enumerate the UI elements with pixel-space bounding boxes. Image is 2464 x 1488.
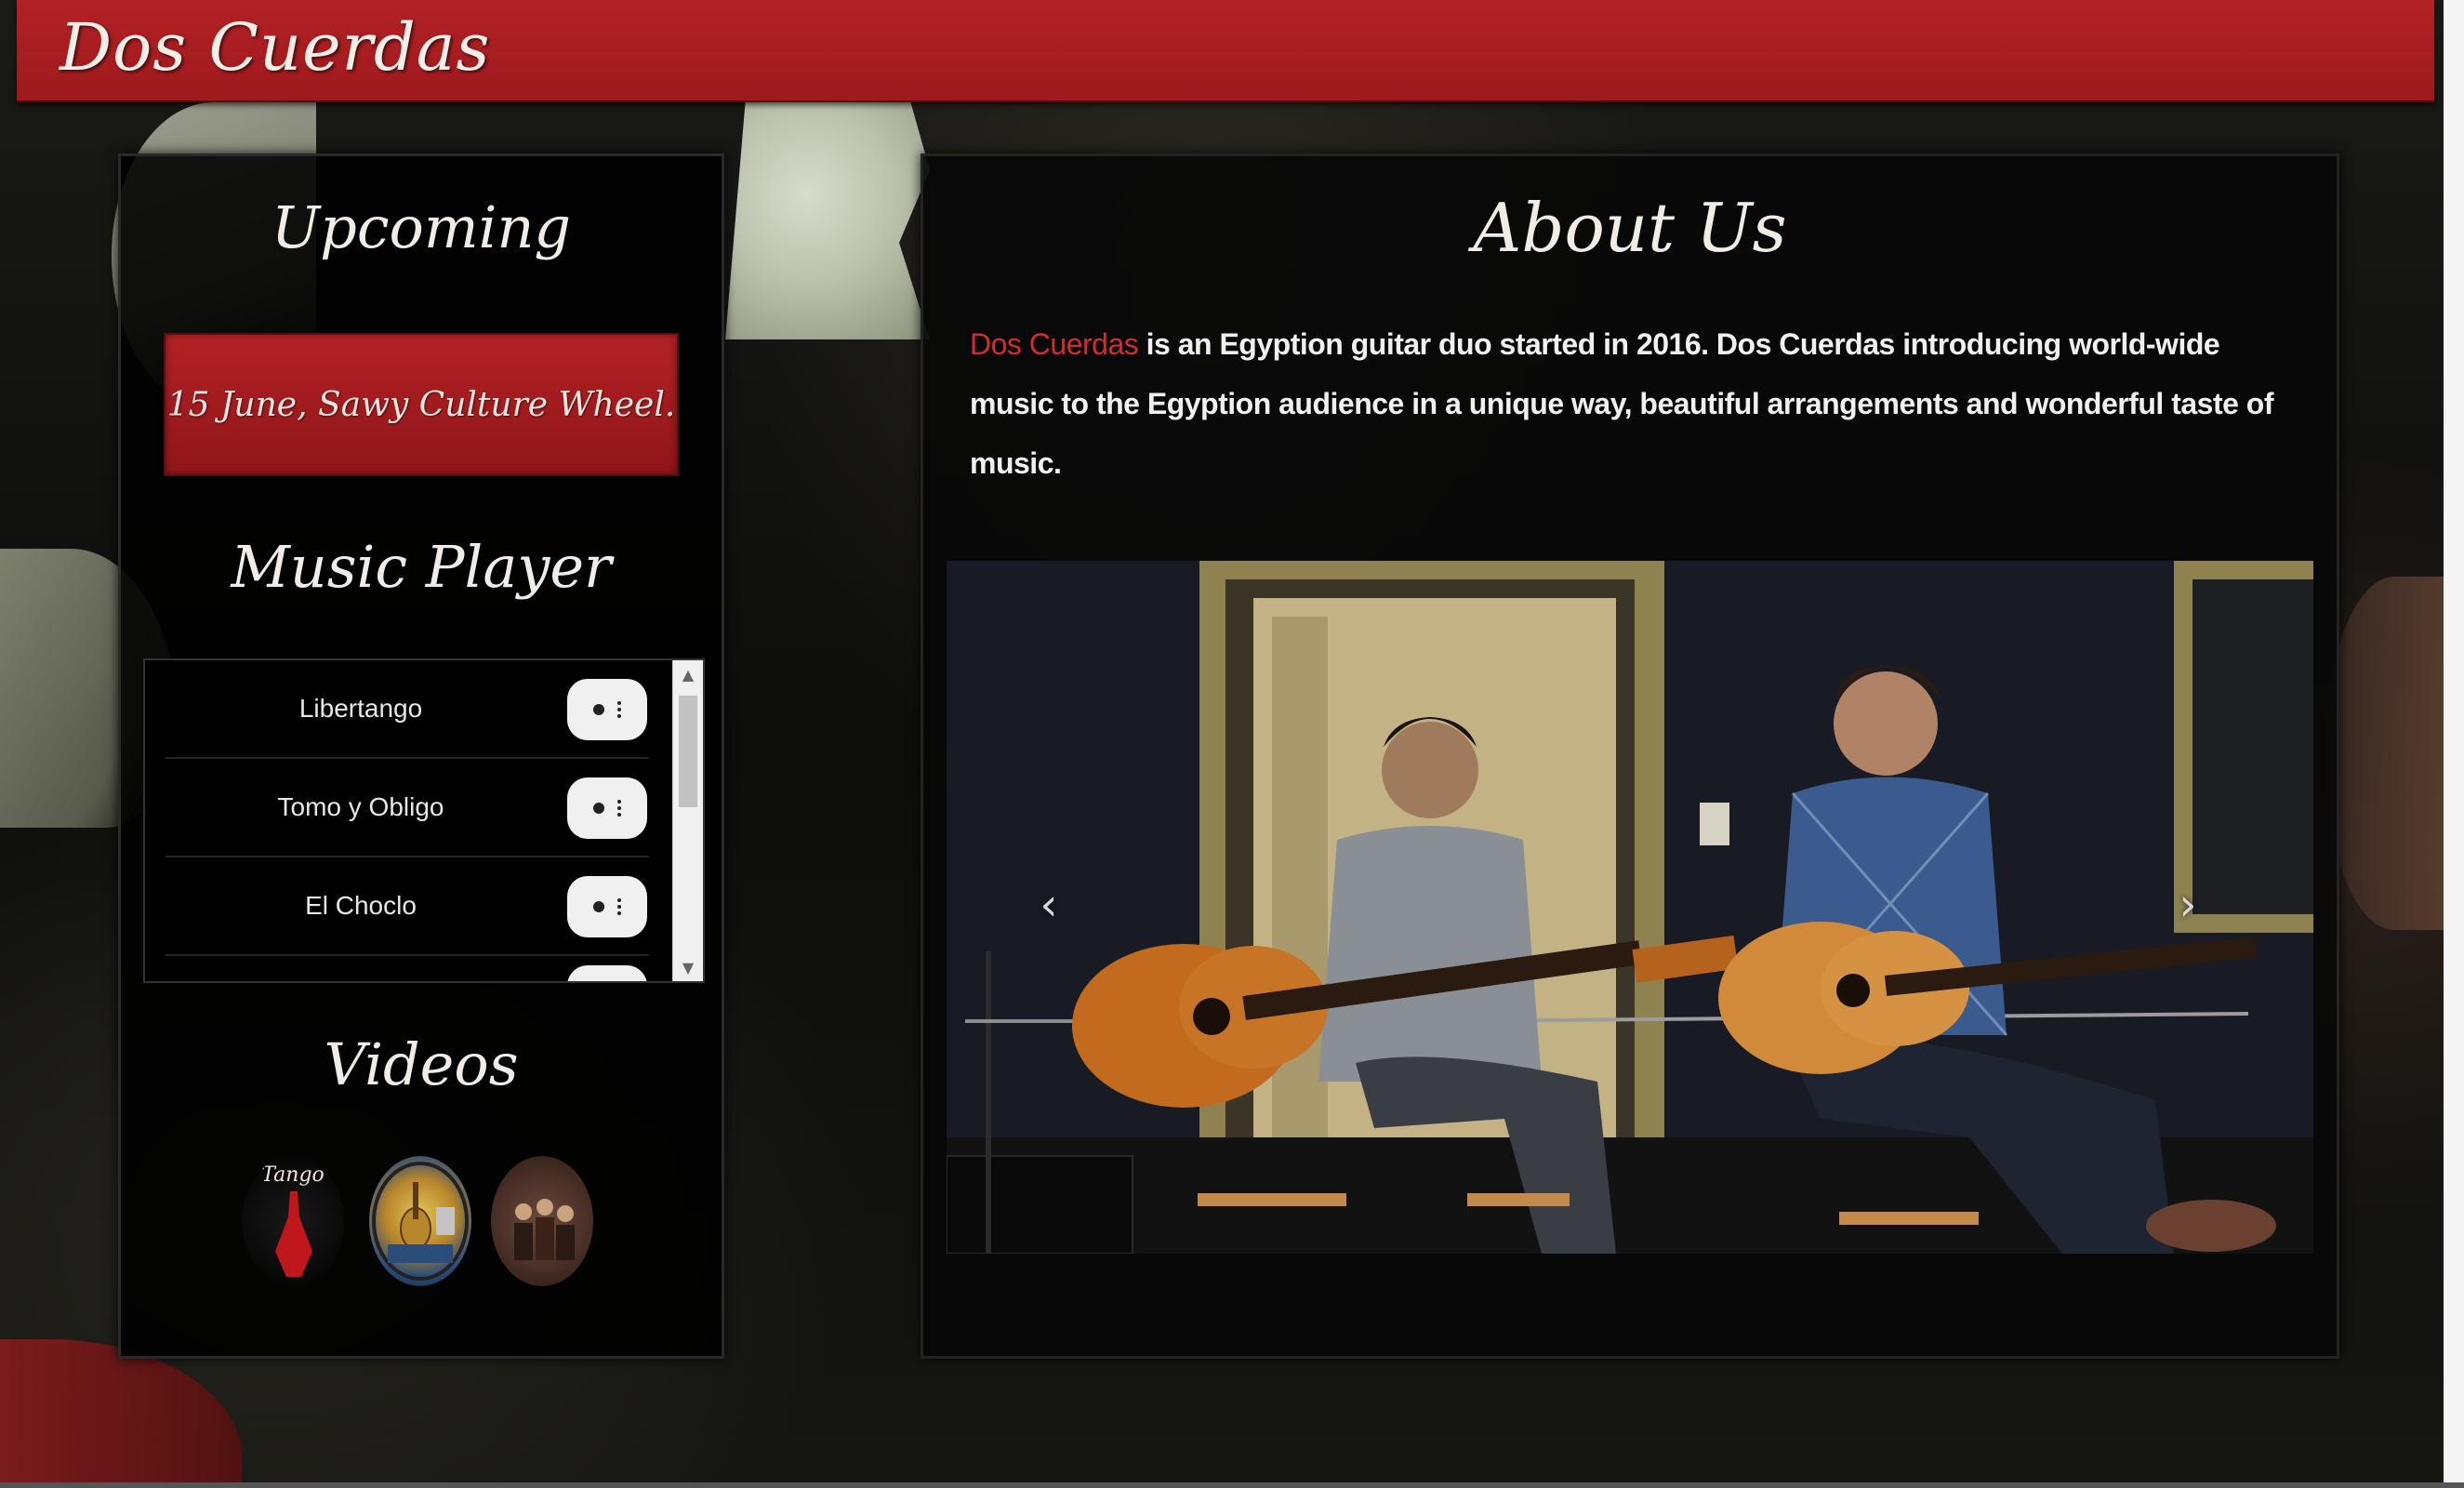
carousel-prev-button[interactable]: ‹ [1021, 872, 1077, 937]
more-options-icon [617, 898, 621, 915]
track-play-button[interactable] [567, 679, 647, 740]
about-description: is an Egyption guitar duo started in 201… [970, 327, 2274, 480]
background-lace [725, 98, 930, 339]
track-play-button[interactable] [567, 876, 647, 937]
music-player: Libertango Tomo y Obligo El Choclo ▲ ▼ [143, 658, 705, 983]
video-thumbnail-orchestra[interactable] [491, 1156, 593, 1286]
site-header: Dos Cuerdas [17, 0, 2434, 102]
page: Dos Cuerdas Upcoming 15 June, Sawy Cultu… [0, 0, 2464, 1488]
about-panel: About Us Dos Cuerdas is an Egyption guit… [921, 153, 2339, 1359]
carousel-next-button[interactable]: › [2160, 872, 2216, 937]
track-item[interactable]: El Choclo [166, 857, 649, 956]
orchestra-painting-icon [514, 1199, 575, 1260]
dancer-icon [275, 1191, 312, 1277]
upcoming-heading: Upcoming [271, 193, 572, 261]
about-heading: About Us [1473, 189, 1787, 267]
instruments-icon [372, 1162, 469, 1281]
track-item-partial[interactable] [166, 956, 649, 981]
two-guitarists-photo [947, 561, 2313, 1254]
scroll-up-arrow-icon[interactable]: ▲ [673, 662, 703, 686]
about-text: Dos Cuerdas is an Egyption guitar duo st… [970, 314, 2290, 493]
music-player-heading: Music Player [231, 533, 612, 601]
background-red-dress [0, 1339, 242, 1488]
play-icon [593, 901, 604, 912]
upcoming-event: 15 June, Sawy Culture Wheel. [164, 333, 679, 476]
more-options-icon [617, 701, 621, 718]
track-item[interactable]: Tomo y Obligo [166, 759, 649, 857]
play-icon [593, 803, 604, 814]
play-icon [593, 704, 604, 715]
site-title[interactable]: Dos Cuerdas [60, 9, 490, 86]
upcoming-event-text: 15 June, Sawy Culture Wheel. [166, 385, 676, 424]
track-item[interactable]: Libertango [166, 660, 649, 759]
video-thumbnail-instruments[interactable] [369, 1156, 471, 1286]
chevron-left-icon: ‹ [1040, 879, 1058, 931]
videos-heading: Videos [324, 1030, 519, 1098]
more-options-icon [617, 800, 621, 817]
window-bottom-edge [0, 1482, 2464, 1488]
scrollbar-thumb[interactable] [679, 696, 697, 807]
track-play-button[interactable] [567, 777, 647, 839]
player-scrollbar[interactable]: ▲ ▼ [672, 660, 703, 981]
track-name: Libertango [298, 694, 423, 723]
window-edge [2444, 0, 2464, 1488]
track-play-button[interactable] [567, 965, 647, 981]
sidebar: Upcoming 15 June, Sawy Culture Wheel. Mu… [118, 153, 724, 1359]
track-name: El Choclo [305, 891, 417, 920]
chevron-right-icon: › [2179, 879, 2197, 931]
photo-carousel[interactable]: ‹ › [947, 561, 2313, 1254]
scroll-down-arrow-icon[interactable]: ▼ [673, 955, 703, 979]
video-thumbnail-tango[interactable]: Tango [242, 1156, 344, 1286]
track-name: Tomo y Obligo [277, 792, 444, 821]
video-thumbnail-label: Tango [261, 1163, 325, 1187]
brand-name: Dos Cuerdas [970, 327, 1139, 361]
